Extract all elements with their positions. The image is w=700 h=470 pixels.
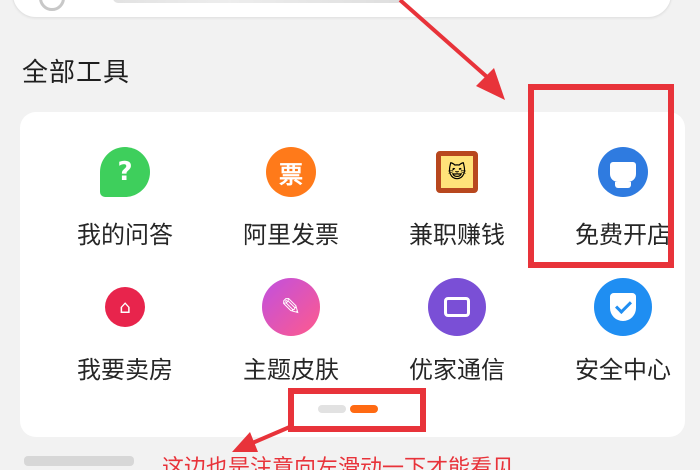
blurred-bottom-text — [24, 456, 134, 466]
annotation-arrows — [232, 0, 505, 452]
arrow-to-pager — [232, 424, 293, 452]
arrow-to-shop — [398, 0, 505, 100]
annotation-text: 这边也是注意向左滑动一下才能看见 — [162, 456, 515, 470]
